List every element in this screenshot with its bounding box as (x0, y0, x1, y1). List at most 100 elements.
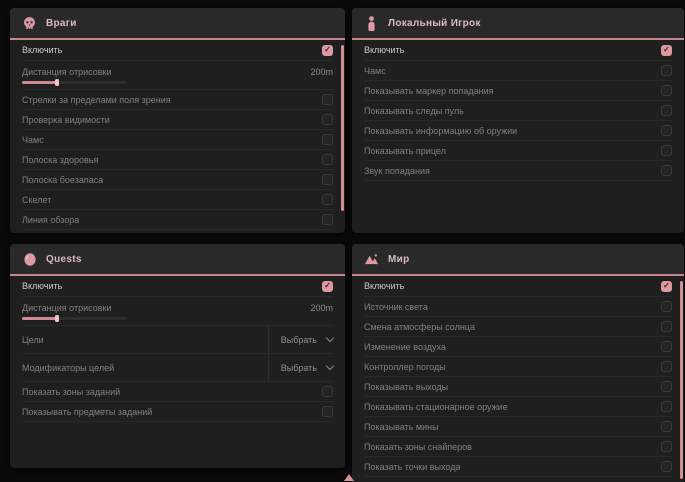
row-label: Включить (22, 281, 62, 291)
row-label: Показывать стационарное оружие (364, 402, 508, 412)
checkbox[interactable]: ✓ (322, 45, 333, 56)
scrollbar-thumb[interactable] (680, 281, 683, 479)
checkbox[interactable]: ✓ (661, 45, 672, 56)
settings-row: Показывать информацию об оружии (364, 121, 672, 141)
slider-label-line: Дистанция отрисовки 200m (22, 303, 333, 313)
checkbox[interactable] (661, 165, 672, 176)
panel-header: Враги (10, 8, 345, 38)
checkbox[interactable] (661, 441, 672, 452)
slider-track[interactable] (22, 317, 127, 320)
checkbox[interactable] (661, 85, 672, 96)
checkbox[interactable] (661, 145, 672, 156)
row-label: Модификаторы целей (22, 363, 114, 373)
checkbox[interactable] (322, 406, 333, 417)
row-label: Чамс (364, 66, 386, 76)
settings-row: Изменение воздуха (364, 337, 672, 357)
row-label: Показывать информацию об оружии (364, 126, 517, 136)
row-label: Звук попадания (364, 166, 430, 176)
panel-header: Локальный Игрок (352, 8, 684, 38)
panel-world: Мир Включить✓Источник светаСмена атмосфе… (352, 244, 684, 482)
dropdown-select[interactable]: Выбрать (268, 354, 333, 381)
row-label: Цели (22, 335, 44, 345)
checkbox[interactable] (322, 174, 333, 185)
slider-fill (22, 317, 57, 320)
row-label: Дистанция отрисовки (22, 303, 112, 313)
settings-row: Включить✓ (364, 276, 672, 297)
pink-triangle-indicator (344, 474, 354, 481)
slider-thumb[interactable] (55, 79, 59, 86)
settings-row: Линия обзора (22, 210, 333, 230)
row-label: Дистанция отрисовки (22, 67, 112, 77)
slider-value: 200m (310, 67, 333, 77)
settings-row: Источник света (364, 297, 672, 317)
slider-thumb[interactable] (55, 315, 59, 322)
settings-row: Показывать маркер попадания (364, 81, 672, 101)
panel-quests: Quests Включить ✓ Дистанция отрисовки 200m Ц… (10, 244, 345, 468)
settings-row: Включить✓ (364, 40, 672, 61)
settings-row: Звук попадания (364, 161, 672, 181)
checkbox[interactable]: ✓ (661, 281, 672, 292)
panel-local-player: Локальный Игрок Включить✓ Чамс Показывать … (352, 8, 684, 233)
settings-row: Проверка видимости (22, 110, 333, 130)
row-label: Скелет (22, 195, 51, 205)
checkbox[interactable] (661, 341, 672, 352)
row-label: Источник света (364, 302, 428, 312)
settings-row: Цели Выбрать (22, 326, 333, 354)
skull-icon (22, 16, 37, 31)
panel-title: Quests (46, 254, 82, 265)
checkbox[interactable] (661, 321, 672, 332)
settings-row: Показать зоны снайперов (364, 437, 672, 457)
row-label: Полоска здоровья (22, 155, 98, 165)
checkbox[interactable] (661, 381, 672, 392)
checkbox[interactable] (322, 94, 333, 105)
panel-enemies: Враги Включить✓Дистанция отрисовки200mСт… (10, 8, 345, 233)
row-label: Изменение воздуха (364, 342, 446, 352)
checkbox[interactable] (661, 125, 672, 136)
settings-row: Показывать следы пуль (364, 101, 672, 121)
quest-icon (22, 252, 37, 267)
checkbox[interactable] (661, 65, 672, 76)
settings-row: Показать точки выхода (364, 457, 672, 477)
row-label: Показывать мины (364, 422, 439, 432)
checkbox[interactable] (322, 114, 333, 125)
cheat-menu-screen: Враги Включить✓Дистанция отрисовки200mСт… (0, 0, 685, 482)
panel-body: Включить ✓ Дистанция отрисовки 200m Цели Выбр… (10, 276, 345, 468)
chevron-down-icon (326, 334, 334, 342)
checkbox[interactable] (661, 461, 672, 472)
panel-body: Включить✓ Чамс Показывать маркер попадания… (352, 40, 684, 233)
row-label: Показывать предметы заданий (22, 407, 152, 417)
checkbox[interactable] (322, 154, 333, 165)
checkbox[interactable]: ✓ (322, 281, 333, 292)
mountain-icon (364, 252, 379, 267)
checkbox[interactable] (322, 194, 333, 205)
checkbox[interactable] (661, 301, 672, 312)
row-label: Показать зоны заданий (22, 387, 120, 397)
panel-header: Quests (10, 244, 345, 274)
settings-row: Показывать прицел (364, 141, 672, 161)
row-label: Полоска боезапаса (22, 175, 103, 185)
dropdown-value: Выбрать (281, 335, 317, 345)
settings-row: Дистанция отрисовки 200m (22, 61, 333, 90)
slider-value: 200m (310, 303, 333, 313)
scrollbar-thumb[interactable] (341, 45, 344, 211)
row-label: Показывать маркер попадания (364, 86, 494, 96)
checkbox[interactable] (661, 401, 672, 412)
row-label: Линия обзора (22, 215, 79, 225)
dropdown-select[interactable]: Выбрать (268, 326, 333, 353)
checkbox[interactable] (322, 386, 333, 397)
row-label: Показать точки выхода (364, 462, 460, 472)
checkbox[interactable] (322, 134, 333, 145)
checkbox[interactable] (661, 421, 672, 432)
checkbox[interactable] (661, 105, 672, 116)
checkbox[interactable] (661, 361, 672, 372)
slider-label-line: Дистанция отрисовки 200m (22, 67, 333, 77)
settings-row: Показывать выходы (364, 377, 672, 397)
chevron-down-icon (326, 362, 334, 370)
slider-track[interactable] (22, 81, 127, 84)
settings-row: Чамс (22, 130, 333, 150)
row-label: Смена атмосферы солнца (364, 322, 475, 332)
panel-title: Локальный Игрок (388, 18, 481, 29)
person-icon (364, 16, 379, 31)
dropdown-value: Выбрать (281, 363, 317, 373)
checkbox[interactable] (322, 214, 333, 225)
